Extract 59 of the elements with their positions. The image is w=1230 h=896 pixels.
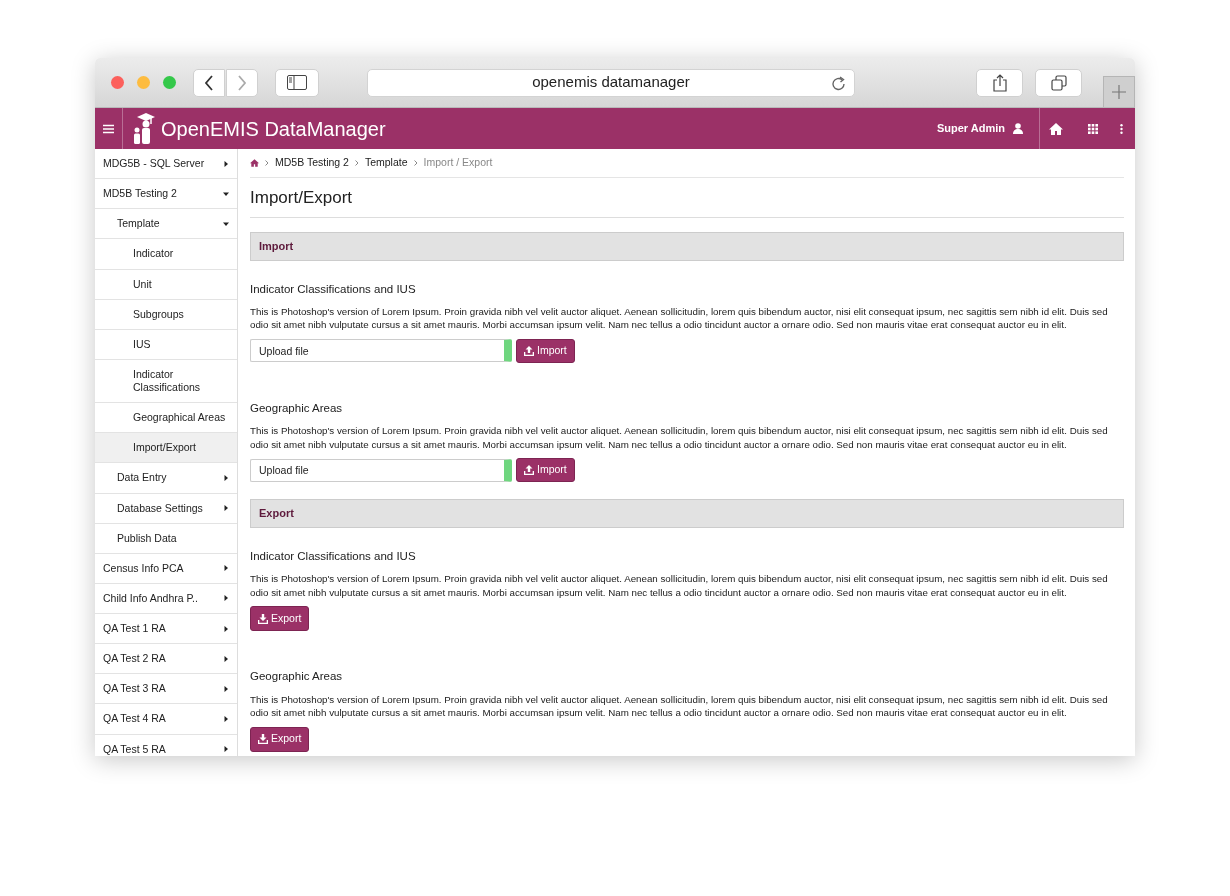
item-title: Indicator Classifications and IUS bbox=[250, 281, 417, 297]
menu-icon[interactable] bbox=[103, 123, 114, 134]
logo-icon bbox=[131, 113, 155, 144]
caret-icon[interactable] bbox=[223, 715, 229, 722]
user-icon[interactable] bbox=[1013, 123, 1023, 134]
caret-icon[interactable] bbox=[223, 746, 229, 753]
breadcrumb-link[interactable]: Template bbox=[364, 155, 408, 171]
chevron-icon bbox=[413, 160, 418, 166]
item-title: Geographic Areas bbox=[250, 669, 344, 685]
page-title: Import/Export bbox=[250, 178, 1124, 218]
section-title: Export bbox=[259, 506, 294, 522]
export-button[interactable]: Export bbox=[250, 726, 310, 752]
user-name[interactable]: Super Admin bbox=[936, 120, 1005, 137]
chevron-icon bbox=[354, 160, 359, 166]
caret-icon[interactable] bbox=[223, 685, 229, 692]
download-icon bbox=[258, 613, 268, 624]
caret-icon[interactable] bbox=[223, 160, 229, 167]
item-description: This is Photoshop's version of Lorem Ipsum. Proin gravida nibh vel velit auctor aliquet. Aenean sollicitudin, lorem quis bibendum auctor, nisi elit consequat ipsum, nec sagittis sem nibh id elit. Duis sed odio sit amet nibh vulputate cursus a sit amet mauris. Morbi accumsan ipsum velit. Nam nec tellus a odio tincidunt auctor a ornare odio. Sed non mauris vitae erat consequat auctor eu in elit. bbox=[250, 304, 1109, 332]
chevron-icon bbox=[265, 160, 269, 166]
item-description: This is Photoshop's version of Lorem Ipsum. Proin gravida nibh vel velit auctor aliquet. Aenean sollicitudin, lorem quis bibendum auctor, nisi elit consequat ipsum, nec sagittis sem nibh id elit. Duis sed odio sit amet nibh vulputate cursus a sit amet mauris. Morbi accumsan ipsum velit. Nam nec tellus a odio tincidunt auctor a ornare odio. Sed non mauris vitae erat consequat auctor eu in elit. bbox=[250, 424, 1109, 451]
plus-icon bbox=[1112, 85, 1126, 99]
tabs-overview-button[interactable] bbox=[1035, 68, 1082, 97]
import-button[interactable]: Import bbox=[516, 458, 575, 482]
home-icon[interactable] bbox=[250, 159, 259, 167]
item-title: Indicator Classifications and IUS bbox=[250, 549, 417, 564]
caret-icon[interactable] bbox=[223, 474, 229, 481]
export-button[interactable]: Export bbox=[250, 606, 310, 632]
back-button[interactable] bbox=[193, 68, 225, 97]
sidebar-toggle-button[interactable] bbox=[275, 68, 319, 97]
app-title: OpenEMIS DataManager bbox=[161, 116, 386, 142]
breadcrumb-link[interactable]: MD5B Testing 2 bbox=[275, 155, 349, 171]
caret-icon[interactable] bbox=[223, 190, 229, 197]
download-icon bbox=[258, 734, 268, 744]
share-icon bbox=[992, 73, 1007, 92]
home-icon[interactable] bbox=[1049, 122, 1063, 135]
sidebar-icon bbox=[287, 75, 307, 90]
caret-icon[interactable] bbox=[223, 565, 229, 572]
reload-icon[interactable] bbox=[831, 74, 847, 92]
import-button[interactable]: Import bbox=[516, 338, 575, 363]
upload-file-field[interactable]: Upload file bbox=[250, 339, 512, 363]
item-description: This is Photoshop's version of Lorem Ipsum. Proin gravida nibh vel velit auctor aliquet. Aenean sollicitudin, lorem quis bibendum auctor, nisi elit consequat ipsum, nec sagittis sem nibh id elit. Duis sed odio sit amet nibh vulputate cursus a sit amet mauris. Morbi accumsan ipsum velit. Nam nec tellus a odio tincidunt auctor a ornare odio. Sed non mauris vitae erat consequat auctor eu in elit. bbox=[250, 572, 1109, 600]
tabs-icon bbox=[1050, 74, 1067, 91]
item-title: Geographic Areas bbox=[250, 400, 344, 416]
section-title: Import bbox=[259, 238, 294, 254]
breadcrumb-current: Import / Export bbox=[423, 155, 493, 171]
upload-file-field[interactable]: Upload file bbox=[250, 458, 512, 482]
share-button[interactable] bbox=[976, 68, 1023, 97]
upload-icon bbox=[524, 345, 534, 356]
address-bar[interactable]: openemis datamanager bbox=[367, 68, 855, 97]
item-description: This is Photoshop's version of Lorem Ipsum. Proin gravida nibh vel velit auctor aliquet. Aenean sollicitudin, lorem quis bibendum auctor, nisi elit consequat ipsum, nec sagittis sem nibh id elit. Duis sed odio sit amet nibh vulputate cursus a sit amet mauris. Morbi accumsan ipsum velit. Nam nec tellus a odio tincidunt auctor a ornare odio. Sed non mauris vitae erat consequat auctor eu in elit. bbox=[250, 692, 1109, 720]
caret-icon[interactable] bbox=[223, 220, 229, 227]
caret-icon[interactable] bbox=[223, 655, 229, 662]
sidebar-item[interactable]: Import/Export bbox=[95, 433, 237, 464]
caret-icon[interactable] bbox=[223, 505, 229, 512]
more-options-icon[interactable] bbox=[1120, 123, 1123, 134]
caret-icon[interactable] bbox=[223, 625, 229, 632]
upload-icon bbox=[524, 465, 534, 475]
caret-icon[interactable] bbox=[223, 595, 229, 602]
apps-grid-icon[interactable] bbox=[1088, 123, 1098, 134]
